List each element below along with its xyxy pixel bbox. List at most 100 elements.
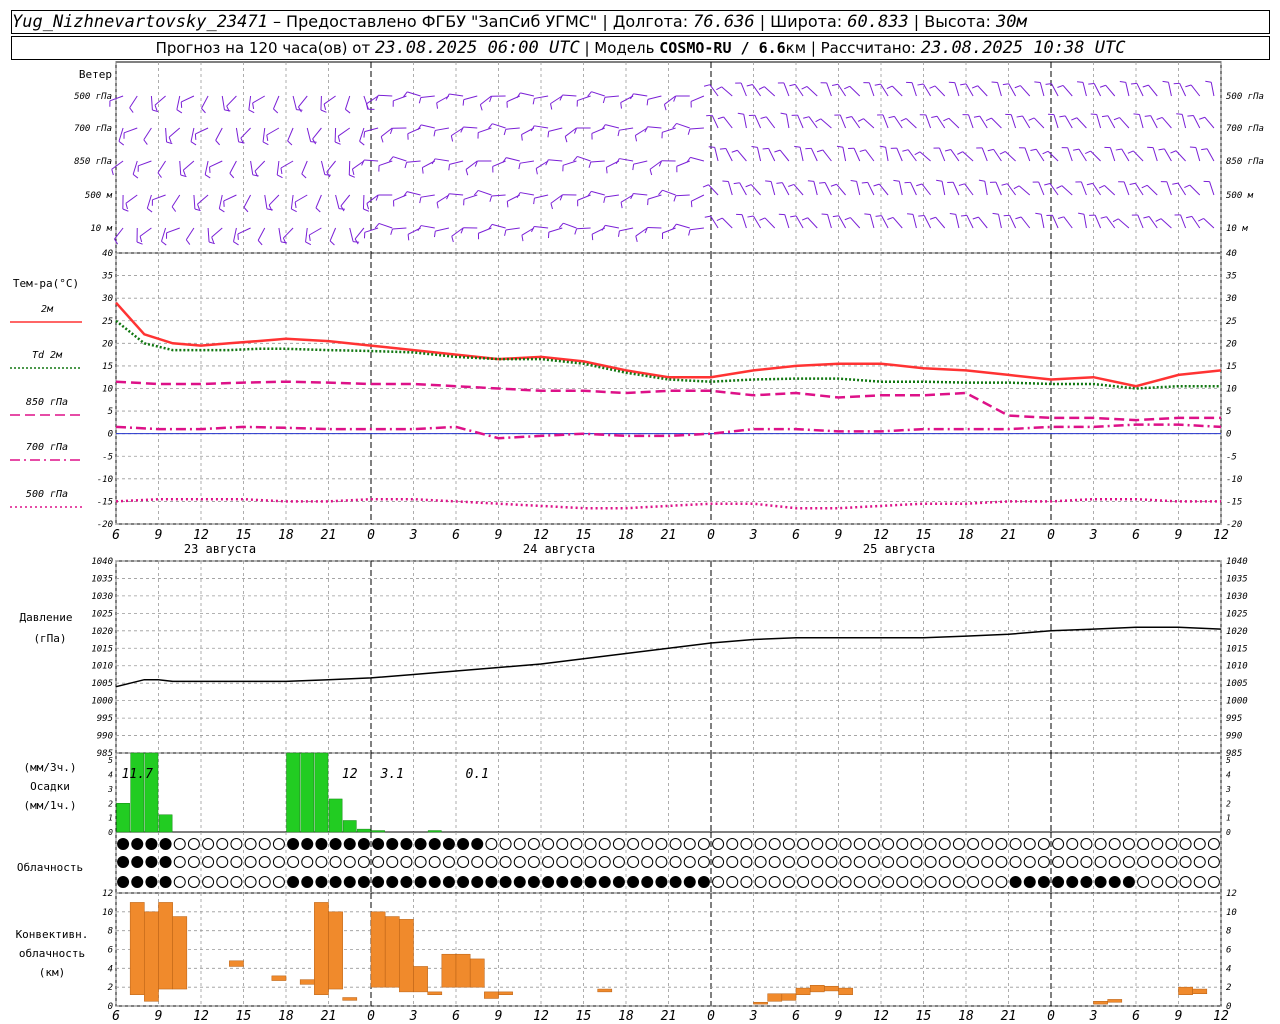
wind-barb [534, 125, 549, 129]
wind-barb [919, 151, 931, 162]
wind-barb-feather [1119, 81, 1126, 83]
wind-barb-feather [1155, 218, 1162, 222]
cloud-cover-symbol [768, 876, 781, 888]
wind-barb-feather [489, 195, 493, 202]
conv-x-tick: 18 [278, 1009, 294, 1024]
wind-barb [948, 117, 960, 129]
wind-barb-feather [315, 207, 321, 213]
wind-barb [869, 214, 875, 229]
precip-tick-right: 0 [1226, 828, 1231, 837]
wind-barb [838, 215, 847, 229]
wind-barb-feather [1030, 148, 1037, 152]
wind-barb-feather [516, 92, 521, 99]
wind-barb [563, 222, 577, 229]
wind-barb [298, 95, 308, 108]
wind-barb-feather [673, 195, 677, 202]
wind-barb [690, 95, 705, 102]
cloud-cover-symbol [1037, 856, 1050, 868]
cloud-cover-symbol [839, 876, 852, 888]
wind-barb-feather [605, 167, 608, 174]
wind-barb-feather [830, 183, 837, 187]
cloud-cover-symbol [442, 856, 455, 868]
wind-barb [1022, 115, 1031, 129]
wind-barb-feather [1099, 84, 1106, 88]
wind-barb-feather [1086, 182, 1093, 186]
wind-barb [165, 127, 168, 143]
wind-barb [849, 85, 861, 97]
wind-barb [207, 227, 210, 243]
wind-barb-feather [233, 241, 239, 246]
wind-barb [894, 116, 903, 129]
precip-bar [342, 820, 357, 833]
cloud-cover-symbol [1094, 876, 1107, 888]
wind-barb-feather [365, 103, 369, 110]
wind-barb-feather [337, 135, 341, 142]
wind-barb [850, 217, 861, 229]
wind-barb-feather [1044, 183, 1051, 186]
wind-barb [420, 95, 435, 98]
wind-barb [998, 214, 1002, 229]
temp-legend-label: 850 гПа [26, 397, 68, 408]
pressure-tick-right: 1010 [1226, 662, 1248, 672]
wind-barb [290, 194, 294, 209]
wind-barb-feather [1115, 148, 1122, 151]
wind-barb-feather [646, 99, 649, 106]
wind-barb [799, 147, 804, 162]
wind-barb-feather [900, 118, 907, 122]
wind-barb-feather [503, 129, 507, 136]
wind-barb-feather [294, 201, 297, 209]
wind-barb-feather [1085, 150, 1091, 155]
wind-barb-feather [558, 222, 564, 229]
wind-barb-feather [161, 240, 167, 246]
wind-barb-feather [204, 174, 211, 179]
temp-legend-label: Td 2м [32, 350, 63, 361]
wind-barb [952, 182, 960, 196]
cloud-cover-symbol [131, 876, 144, 888]
wind-barb [662, 127, 676, 133]
wind-barb [1106, 216, 1116, 229]
conv-bar [824, 985, 839, 992]
cloud-cover-symbol [867, 838, 880, 850]
cloud-cover-symbol [811, 838, 824, 850]
conv-bar [299, 979, 315, 985]
cloud-cover-symbol [782, 838, 795, 850]
wind-barb-feather [1143, 216, 1150, 219]
cloud-cover-symbol [612, 856, 625, 868]
wind-barb [179, 160, 182, 176]
wind-barb-feather [832, 215, 839, 218]
temp-x-tick: 9 [835, 528, 843, 543]
cloud-cover-symbol [471, 876, 484, 888]
conv-bar [441, 953, 457, 988]
wind-barb-feather [436, 202, 439, 209]
cloud-cover-symbol [386, 838, 399, 850]
wind-barb-feather [987, 148, 994, 152]
conv-x-tick: 3 [409, 1009, 418, 1024]
cloud-cover-symbol [924, 876, 937, 888]
wind-barb-feather [1077, 81, 1084, 83]
cloud-cover-symbol [1193, 838, 1206, 850]
pressure-tick-left: 1025 [91, 609, 113, 619]
wind-barb-feather [518, 163, 521, 170]
wind-barb-feather [801, 217, 808, 221]
cloud-cover-symbol [627, 856, 640, 868]
wind-barb [991, 117, 1002, 129]
precip-bar [130, 752, 145, 833]
wind-barb [1119, 117, 1130, 129]
cloud-cover-symbol [499, 856, 512, 868]
cloud-cover-symbol [1066, 876, 1079, 888]
wind-barb-feather [388, 156, 394, 162]
temp-tick-right: 10 [1226, 385, 1237, 395]
wind-barb-feather [465, 169, 469, 176]
wind-barb-feather [663, 104, 667, 111]
cloud-cover-symbol [1052, 856, 1065, 868]
cloud-cover-symbol [882, 876, 895, 888]
conv-x-tick: 6 [452, 1009, 460, 1024]
pressure-tick-left: 1020 [91, 627, 113, 637]
wind-barb [1181, 114, 1187, 129]
wind-barb [378, 94, 393, 97]
wind-barb [690, 156, 705, 162]
temp-tick-right: 30 [1225, 294, 1237, 304]
temp-tick-left: 15 [102, 362, 113, 372]
cloud-cover-symbol [159, 838, 172, 850]
wind-barb-feather [944, 149, 952, 152]
